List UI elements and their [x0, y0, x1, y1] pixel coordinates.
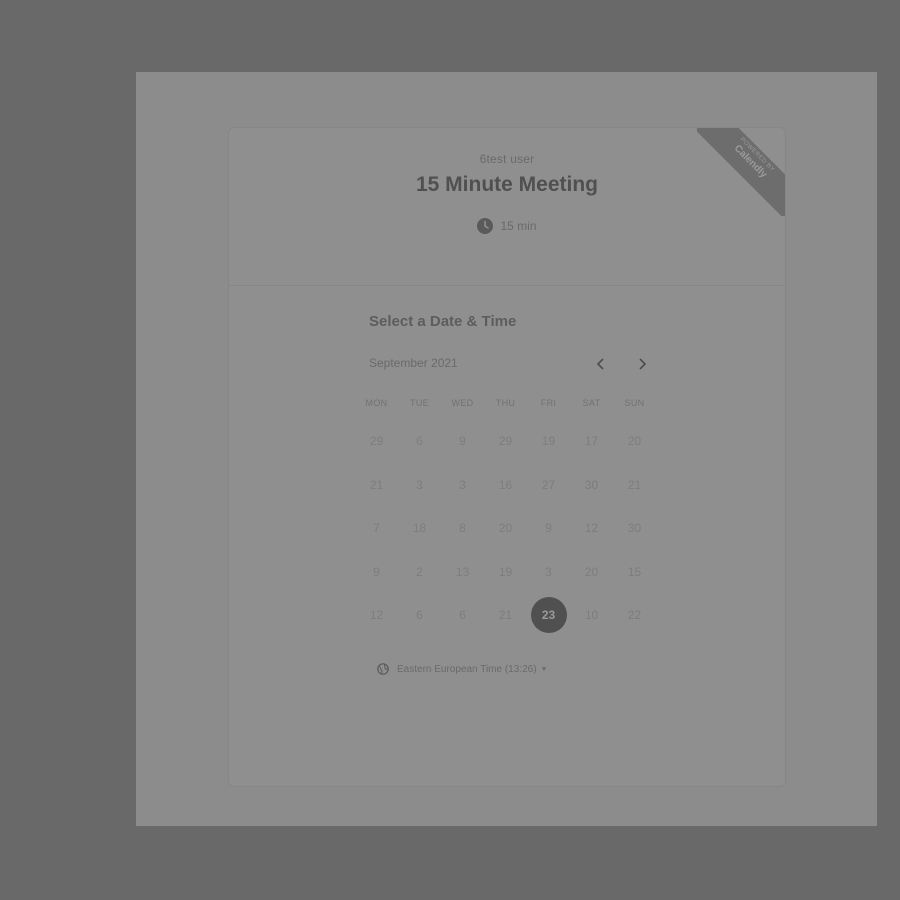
calendar-day-label: 6: [459, 608, 466, 622]
calendar-day[interactable]: 15: [613, 557, 656, 601]
next-month-button[interactable]: [632, 354, 652, 374]
calendar-day[interactable]: 6: [398, 426, 441, 470]
calendar-day[interactable]: 12: [570, 513, 613, 557]
calendar-day[interactable]: 3: [527, 557, 570, 601]
weekday-header: WED: [451, 398, 474, 408]
calendar-day-selected[interactable]: 23: [527, 597, 570, 644]
calendar-day-label: 2: [416, 564, 423, 579]
booking-card: 6test user 15 Minute Meeting 15 min POWE…: [228, 127, 786, 787]
calendar-day-label: 21: [369, 477, 384, 492]
calendar-day-label: 7: [373, 521, 380, 535]
calendar-day-label: 30: [627, 521, 642, 535]
calendar-day-label: 20: [498, 521, 513, 535]
calendar-day-label: 6: [416, 434, 423, 448]
calendar-grid: MON TUE WED THU FRI SAT SUN 29 6 9 29 19 17 20 21 3 3 16 2…: [355, 396, 656, 644]
calendar-day[interactable]: 6: [398, 600, 441, 644]
calendar-day-label: 9: [373, 564, 380, 579]
calendar-day-label: 19: [541, 434, 556, 448]
calendar-day-label: 15: [627, 564, 642, 579]
calendar-day-label: 18: [412, 521, 427, 535]
calendar-day-label: 9: [545, 521, 552, 535]
calendar-day[interactable]: 3: [441, 470, 484, 514]
calendar-day-label: 13: [455, 564, 470, 579]
weekday-header: FRI: [540, 398, 557, 408]
calendar-day-label: 21: [498, 608, 513, 622]
timezone-selector[interactable]: Eastern European Time (13:26) ▼: [377, 663, 547, 675]
clock-icon: [477, 218, 494, 234]
calendar-day[interactable]: 22: [613, 600, 656, 644]
powered-by-text: POWERED BY: [738, 136, 776, 174]
calendar-day[interactable]: 19: [484, 557, 527, 601]
calendar-day-label: 12: [584, 521, 599, 535]
calendar-day-label: 29: [498, 434, 513, 448]
chevron-right-icon: [639, 358, 647, 370]
calendar-day[interactable]: 30: [613, 513, 656, 557]
calendar-day[interactable]: 7: [355, 513, 398, 557]
calendar-day-label: 12: [369, 608, 384, 622]
calendar-day-label: 17: [584, 434, 599, 448]
event-duration: 15 min: [229, 218, 785, 234]
calendar-day-label: 3: [416, 477, 423, 492]
calendar-day-label: 20: [627, 434, 642, 448]
globe-icon: [377, 663, 389, 675]
chevron-left-icon: [596, 358, 604, 370]
weekday-header: TUE: [410, 398, 429, 408]
calendar-day-label: 3: [545, 564, 552, 579]
calendar-day[interactable]: 9: [441, 426, 484, 470]
calendar-day-label: 21: [627, 477, 642, 492]
calendar-day-label: 23: [530, 597, 567, 633]
weekday-header: SAT: [582, 398, 601, 408]
calendar-day[interactable]: 13: [441, 557, 484, 601]
prev-month-button[interactable]: [591, 354, 611, 374]
calendar-day[interactable]: 29: [355, 426, 398, 470]
calendar-day[interactable]: 21: [355, 470, 398, 514]
month-navigation: September 2021: [369, 354, 659, 374]
month-label: September 2021: [369, 356, 458, 370]
caret-down-icon: ▼: [540, 665, 548, 673]
timezone-label: Eastern European Time (13:26): [397, 663, 537, 675]
calendar-day[interactable]: 30: [570, 470, 613, 514]
calendar-day[interactable]: 20: [570, 557, 613, 601]
calendar-day[interactable]: 17: [570, 426, 613, 470]
picker-title: Select a Date & Time: [369, 313, 517, 330]
powered-by-ribbon[interactable]: POWERED BY Calendly: [697, 128, 785, 216]
calendar-day[interactable]: 10: [570, 600, 613, 644]
calendar-day-label: 3: [459, 477, 466, 492]
calendar-day-label: 19: [498, 564, 513, 579]
calendar-day[interactable]: 20: [613, 426, 656, 470]
calendar-day[interactable]: 2: [398, 557, 441, 601]
calendar-day-label: 20: [584, 564, 599, 579]
calendar-day-label: 6: [416, 608, 423, 622]
calendar-day-label: 29: [369, 434, 384, 448]
weekday-header: SUN: [624, 398, 645, 408]
duration-label: 15 min: [500, 219, 537, 233]
calendar-day[interactable]: 21: [484, 600, 527, 644]
calendar-day[interactable]: 8: [441, 513, 484, 557]
date-time-picker: Select a Date & Time September 2021 MON T…: [366, 313, 659, 633]
calendar-day[interactable]: 9: [527, 513, 570, 557]
calendar-day[interactable]: 6: [441, 600, 484, 644]
calendar-day-label: 27: [541, 477, 556, 492]
calendar-day[interactable]: 12: [355, 600, 398, 644]
calendar-day[interactable]: 19: [527, 426, 570, 470]
calendar-day[interactable]: 18: [398, 513, 441, 557]
calendar-day[interactable]: 27: [527, 470, 570, 514]
calendar-day[interactable]: 9: [355, 557, 398, 601]
calendar-day-label: 16: [498, 477, 513, 492]
calendar-day[interactable]: 29: [484, 426, 527, 470]
calendar-day[interactable]: 3: [398, 470, 441, 514]
calendar-day[interactable]: 20: [484, 513, 527, 557]
powered-by-badge[interactable]: POWERED BY Calendly: [697, 128, 785, 216]
calendar-day-label: 9: [459, 434, 466, 448]
calendar-day-label: 30: [584, 477, 599, 492]
calendar-day-label: 22: [627, 608, 642, 622]
calendar-day[interactable]: 16: [484, 470, 527, 514]
calendar-day-label: 8: [459, 521, 466, 535]
weekday-header: THU: [495, 398, 516, 408]
weekday-header: MON: [365, 398, 388, 408]
calendar-day-label: 10: [584, 608, 599, 622]
calendar-day[interactable]: 21: [613, 470, 656, 514]
